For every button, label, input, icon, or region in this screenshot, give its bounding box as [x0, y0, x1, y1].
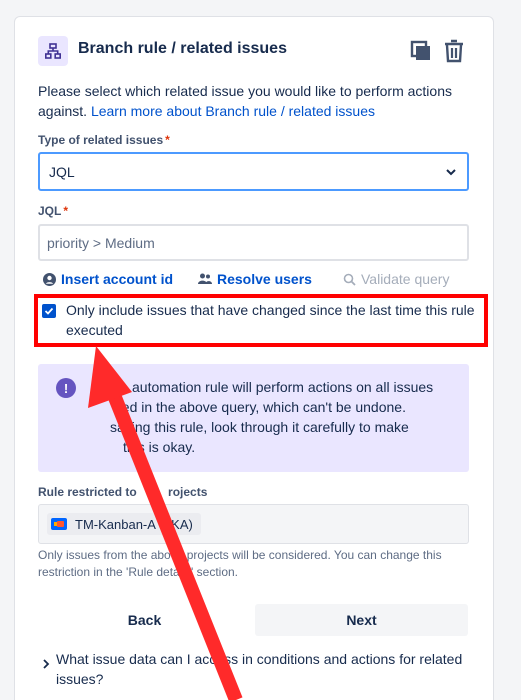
type-select-value: JQL [49, 164, 75, 180]
restricted-label-part: rojects [168, 485, 208, 499]
next-button[interactable]: Next [255, 604, 468, 636]
restricted-projects-label: Rule restricted to rojects [38, 485, 207, 499]
warning-line: saving this rule, look through it carefu… [110, 419, 409, 435]
delete-button[interactable] [441, 38, 467, 64]
jql-label-text: JQL [38, 204, 62, 218]
insert-account-id-label: Insert account id [61, 271, 174, 287]
panel-header: Branch rule / related issues [38, 36, 478, 66]
jql-input[interactable]: priority > Medium [38, 224, 469, 261]
users-icon [198, 273, 212, 284]
validate-query-label: Validate query [361, 271, 450, 287]
resolve-users-button[interactable]: Resolve users [198, 269, 312, 289]
warning-section: ! automation rule will perform actions o… [38, 364, 469, 472]
resolve-users-label: Resolve users [217, 271, 312, 287]
info-icon: ! [56, 378, 76, 398]
project-restriction-field: TM-Kanban-A ( KA) [38, 504, 469, 544]
warning-line: ned in the above query, which can't be u… [114, 399, 406, 415]
warning-text: automation rule will perform actions on … [90, 377, 462, 457]
chevron-right-icon [43, 659, 50, 669]
helper-text: Only issues from the above projects will… [38, 548, 442, 579]
type-label-text: Type of related issues [38, 133, 164, 147]
required-marker: * [165, 133, 170, 147]
project-tag: TM-Kanban-A ( KA) [47, 513, 201, 535]
jql-label: JQL * [38, 204, 68, 218]
copy-icon [410, 40, 430, 60]
search-icon [343, 273, 356, 286]
faq-text: What issue data can I access in conditio… [56, 651, 463, 687]
insert-account-id-button[interactable]: Insert account id [43, 269, 173, 289]
project-tag-part: TM-Kanban-A ( [75, 516, 164, 532]
back-button[interactable]: Back [38, 604, 251, 636]
validate-query-button[interactable]: Validate query [343, 269, 449, 289]
intro-text: Please select which related issue you wo… [38, 81, 478, 121]
project-tag-part: KA) [171, 516, 193, 532]
chevron-down-icon [446, 169, 456, 176]
branch-icon [38, 36, 68, 66]
restricted-label-part: Rule restricted to [38, 485, 141, 499]
type-select[interactable]: JQL [38, 152, 469, 191]
jql-input-value: priority > Medium [47, 235, 155, 251]
learn-more-link[interactable]: Learn more about Branch rule / related i… [91, 103, 375, 119]
type-label: Type of related issues * [38, 133, 170, 147]
highlight-box [34, 294, 488, 347]
warning-line: automation rule will perform actions on … [132, 379, 434, 395]
copy-button[interactable] [408, 38, 434, 64]
required-marker: * [63, 204, 69, 218]
warning-line: this is okay. [123, 439, 196, 455]
user-icon [43, 272, 56, 286]
page-title: Branch rule / related issues [78, 40, 287, 57]
project-avatar-icon [51, 518, 67, 530]
trash-icon [445, 39, 463, 63]
